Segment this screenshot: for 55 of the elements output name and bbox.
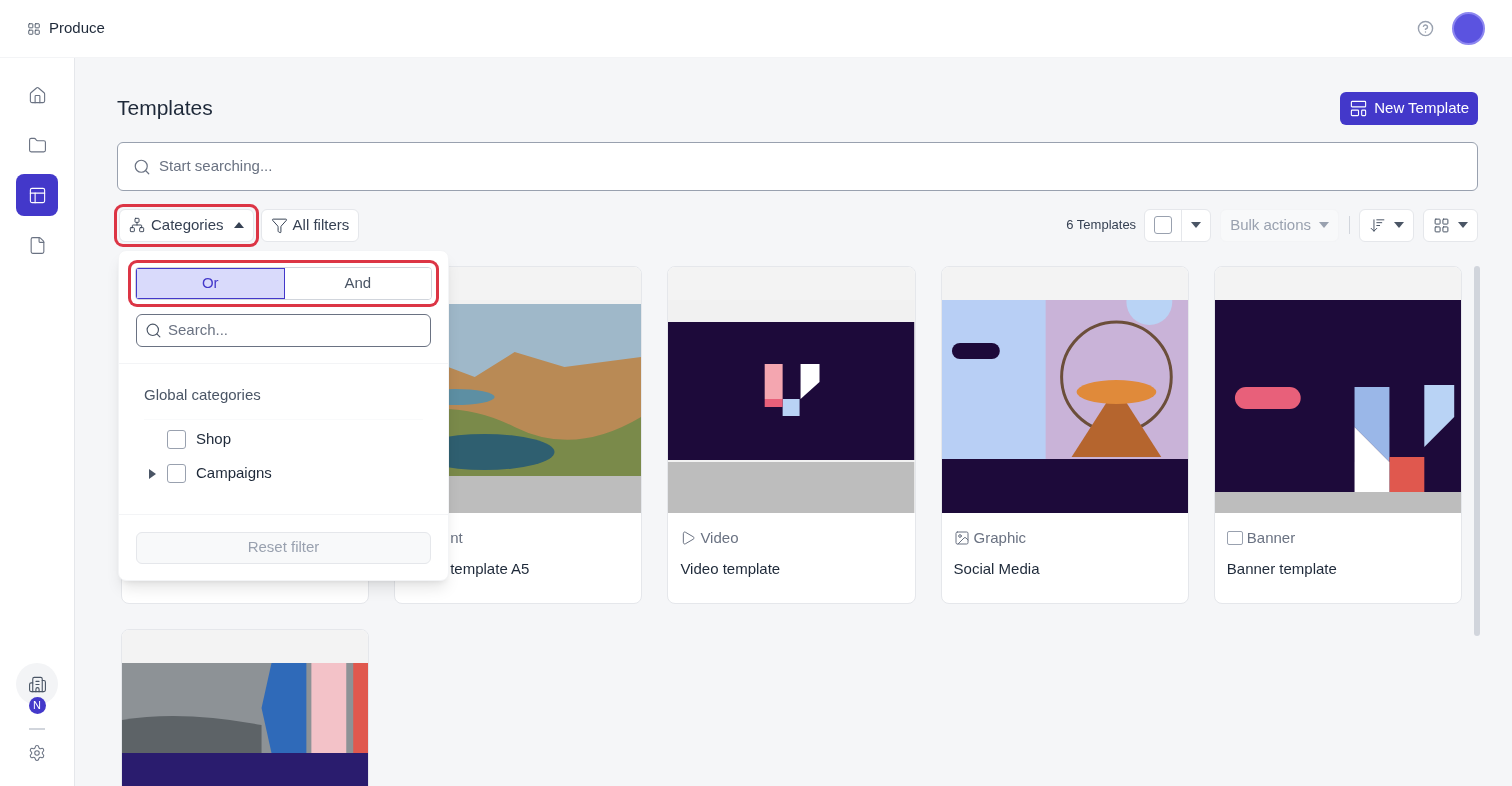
workspace-badge: N	[28, 697, 46, 714]
folder-icon	[27, 135, 47, 155]
expand-arrow-icon[interactable]	[146, 468, 157, 479]
categories-button[interactable]: Categories	[119, 208, 254, 242]
layout-icon	[27, 185, 47, 205]
template-type: Video	[700, 528, 739, 548]
template-icon	[1349, 98, 1369, 118]
caret-icon	[1191, 222, 1202, 228]
template-type: nt	[450, 528, 463, 548]
template-card[interactable]: Video Video template	[667, 266, 916, 604]
play-icon	[680, 530, 697, 547]
grid-icon	[1433, 216, 1450, 234]
page-title: Templates	[117, 95, 213, 122]
template-name: template A5	[450, 558, 531, 579]
template-count: 6 Templates	[1066, 216, 1137, 235]
search-icon	[145, 322, 162, 339]
apps-grid-icon[interactable]	[27, 21, 41, 36]
select-all-checkbox[interactable]	[1154, 216, 1173, 234]
help-icon[interactable]	[1417, 20, 1434, 37]
group-title: Global categories	[144, 384, 423, 420]
search-icon	[133, 157, 151, 176]
caret-icon	[1319, 222, 1329, 228]
template-name: Social Media	[953, 558, 1041, 579]
mode-tab[interactable]: Or	[136, 268, 285, 299]
template-card[interactable]: Graphic Social Media	[940, 266, 1189, 604]
category-checkbox[interactable]	[167, 430, 186, 449]
scrollbar[interactable]	[1474, 266, 1480, 636]
caret-icon	[233, 222, 244, 228]
search-field[interactable]: Start searching...	[117, 142, 1478, 191]
template-type: Graphic	[973, 528, 1027, 548]
caret-icon	[1394, 222, 1404, 228]
category-search-field[interactable]: Search...	[136, 314, 431, 347]
category-label: Shop	[196, 429, 232, 450]
filter-icon	[270, 216, 288, 234]
template-name: Video template	[680, 558, 782, 579]
view-toggle-button[interactable]	[1423, 208, 1478, 242]
sidebar-item[interactable]	[16, 174, 58, 216]
user-avatar[interactable]	[1452, 12, 1485, 45]
search-input[interactable]: Start searching...	[159, 155, 1462, 178]
home-icon	[27, 85, 47, 105]
all-filters-button[interactable]: All filters	[260, 208, 360, 242]
sort-button[interactable]	[1359, 208, 1414, 242]
category-checkbox[interactable]	[167, 464, 186, 483]
sort-icon	[1369, 216, 1386, 234]
app-name: Produce	[49, 18, 105, 39]
caret-icon	[1458, 222, 1468, 228]
hierarchy-icon	[129, 217, 145, 233]
template-name: Banner template	[1226, 558, 1338, 579]
new-template-button[interactable]: New Template	[1340, 91, 1478, 125]
image-icon	[953, 530, 970, 547]
template-card[interactable]: Banner Banner template	[1213, 266, 1462, 604]
template-type: Banner	[1246, 528, 1296, 548]
category-label: Campaigns	[196, 463, 272, 484]
settings-icon[interactable]	[28, 744, 46, 762]
building-icon	[27, 674, 47, 694]
